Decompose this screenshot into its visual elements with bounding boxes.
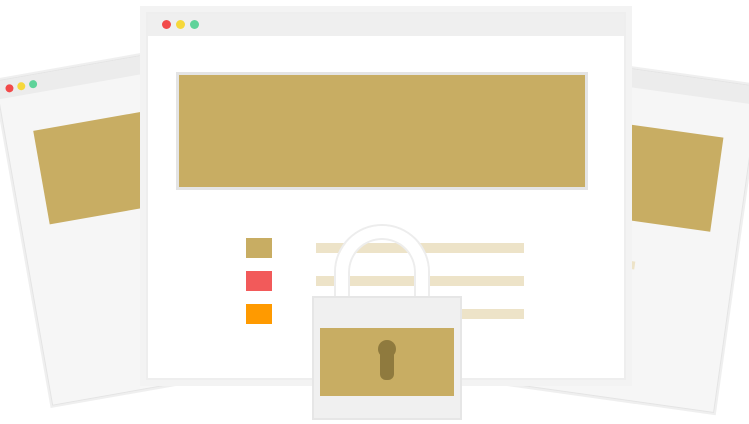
window-minimize-dot — [16, 81, 26, 91]
keyhole-stem — [380, 350, 394, 380]
hero-image-placeholder — [176, 72, 588, 190]
padlock-icon — [312, 296, 462, 420]
window-minimize-dot — [176, 20, 185, 29]
window-close-dot — [4, 83, 15, 93]
window-maximize-dot — [190, 20, 199, 29]
window-titlebar — [148, 14, 624, 36]
window-close-dot — [162, 20, 171, 29]
list-bullet-gold — [246, 238, 272, 258]
list-bullet-orange — [246, 304, 272, 324]
list-bullet-red — [246, 271, 272, 291]
window-maximize-dot — [28, 79, 38, 89]
